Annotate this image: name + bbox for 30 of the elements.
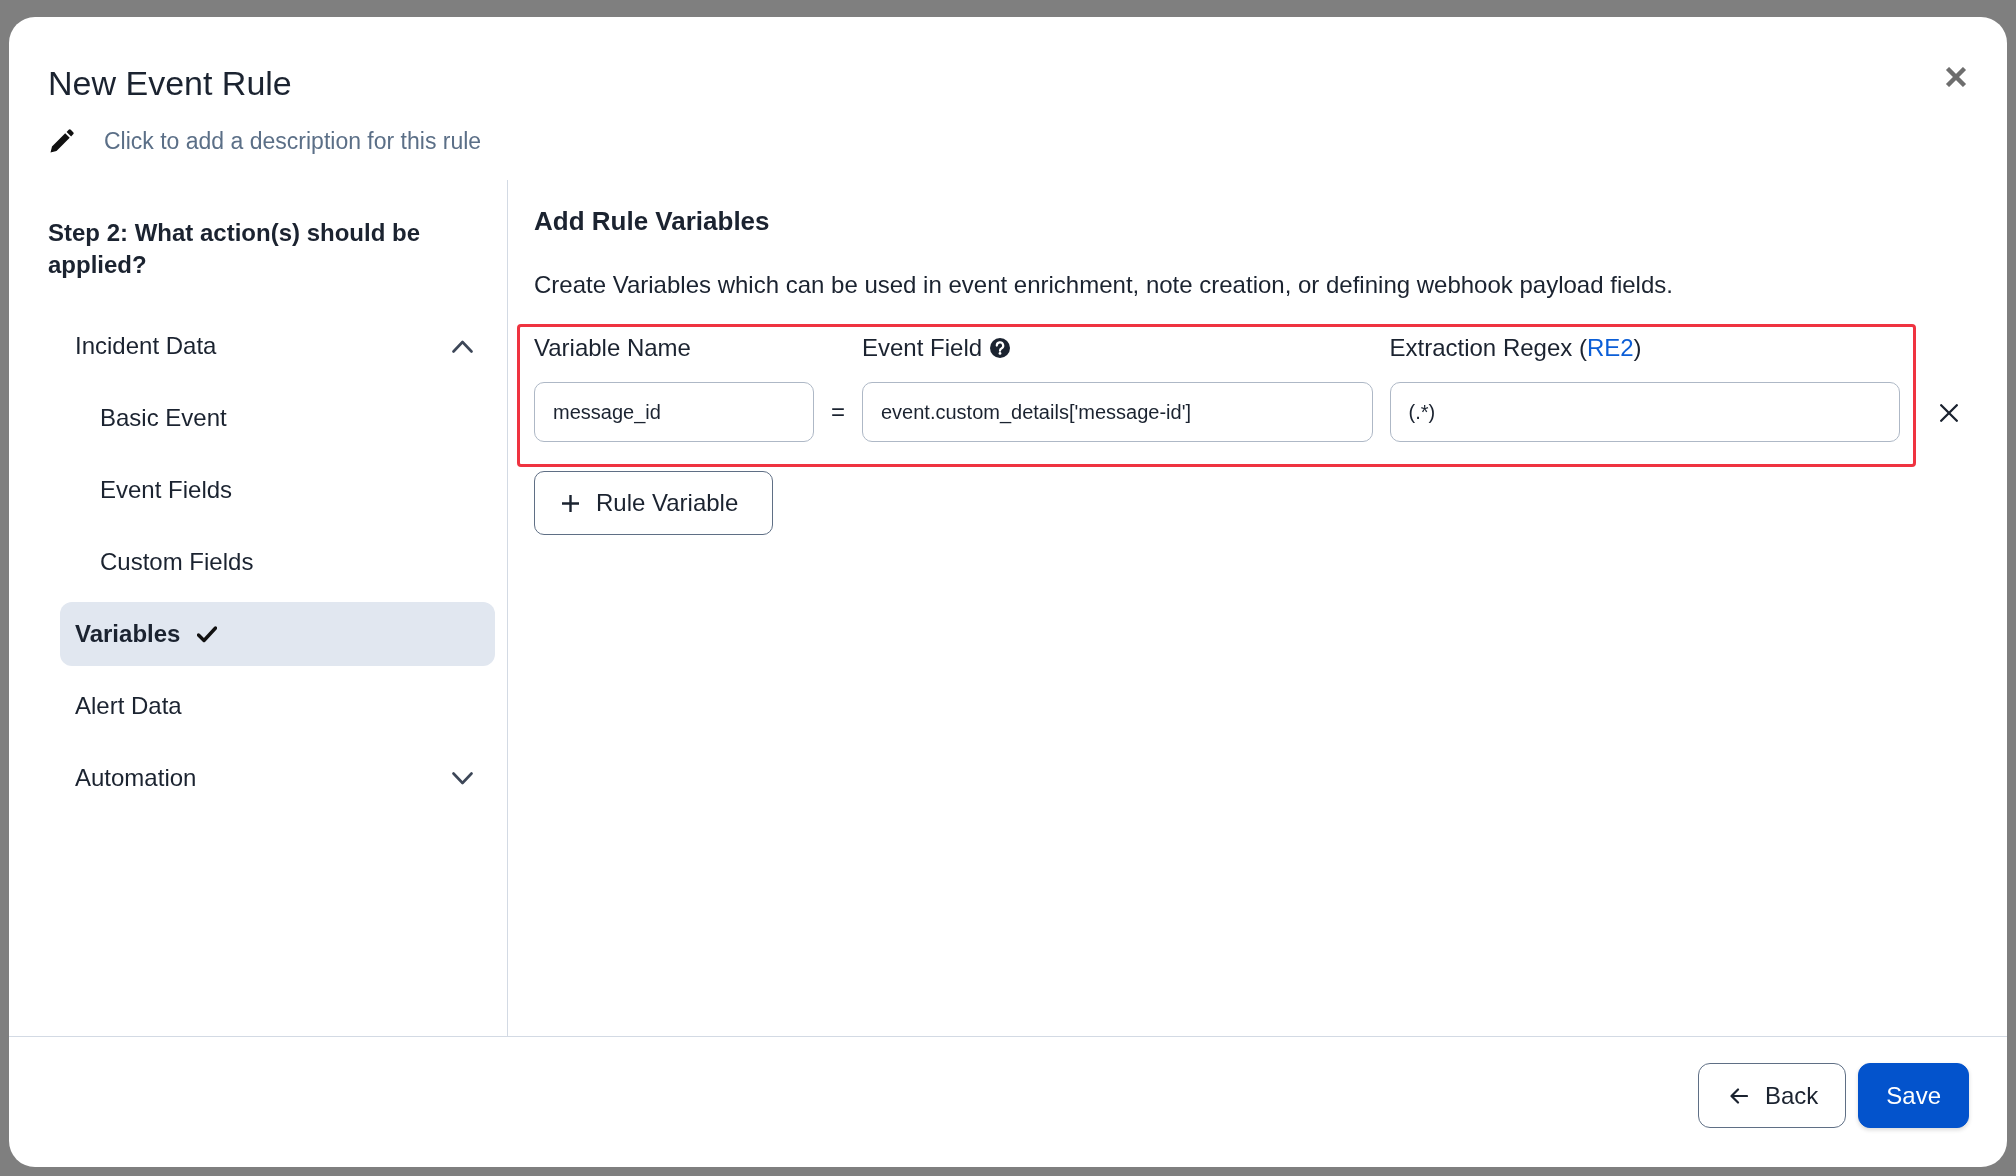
field-label: Event Field bbox=[862, 333, 983, 363]
sidebar-item[interactable]: Automation bbox=[60, 746, 495, 810]
field-label: Variable Name bbox=[534, 333, 691, 363]
pencil-icon bbox=[50, 129, 74, 153]
text-input[interactable]: message_id bbox=[534, 382, 814, 442]
arrow-left-icon bbox=[1729, 1087, 1748, 1104]
reference-link[interactable]: RE2 bbox=[1586, 334, 1634, 361]
field-label: Extraction Regex (RE2) bbox=[1389, 333, 1642, 363]
text-input[interactable]: (.*) bbox=[1389, 382, 1900, 442]
back-button[interactable]: Back bbox=[1697, 1063, 1847, 1128]
dialog-title: New Event Rule bbox=[48, 63, 293, 104]
step-heading: Step 2: What action(s) should be applied? bbox=[48, 218, 421, 280]
panel-title: Add Rule Variables bbox=[534, 205, 771, 238]
description-link[interactable]: Click to add a description for this rule bbox=[104, 126, 482, 156]
sidebar-item[interactable]: Variables bbox=[60, 602, 495, 666]
close-button[interactable] bbox=[1945, 67, 1967, 87]
remove-row-button[interactable] bbox=[1940, 404, 1958, 422]
sidebar-item[interactable]: Custom Fields bbox=[60, 530, 495, 594]
sidebar-item[interactable]: Basic Event bbox=[60, 386, 495, 450]
sidebar-item[interactable]: Event Fields bbox=[60, 458, 495, 522]
sidebar-item[interactable]: Incident Data bbox=[60, 314, 495, 378]
panel-description: Create Variables which can be used in event enrichment, note creation, or defining webhook payload fields. bbox=[534, 270, 1674, 300]
add-variable-button[interactable]: Rule Variable bbox=[534, 471, 774, 535]
sidebar-item[interactable]: Alert Data bbox=[60, 674, 495, 738]
equals-sign: = bbox=[831, 397, 845, 427]
close-icon bbox=[1945, 67, 1967, 87]
save-button[interactable]: Save bbox=[1858, 1063, 1969, 1128]
plus-icon bbox=[562, 494, 579, 512]
close-icon bbox=[1940, 404, 1958, 422]
text-input[interactable]: event.custom_details['message-id'] bbox=[862, 382, 1373, 442]
